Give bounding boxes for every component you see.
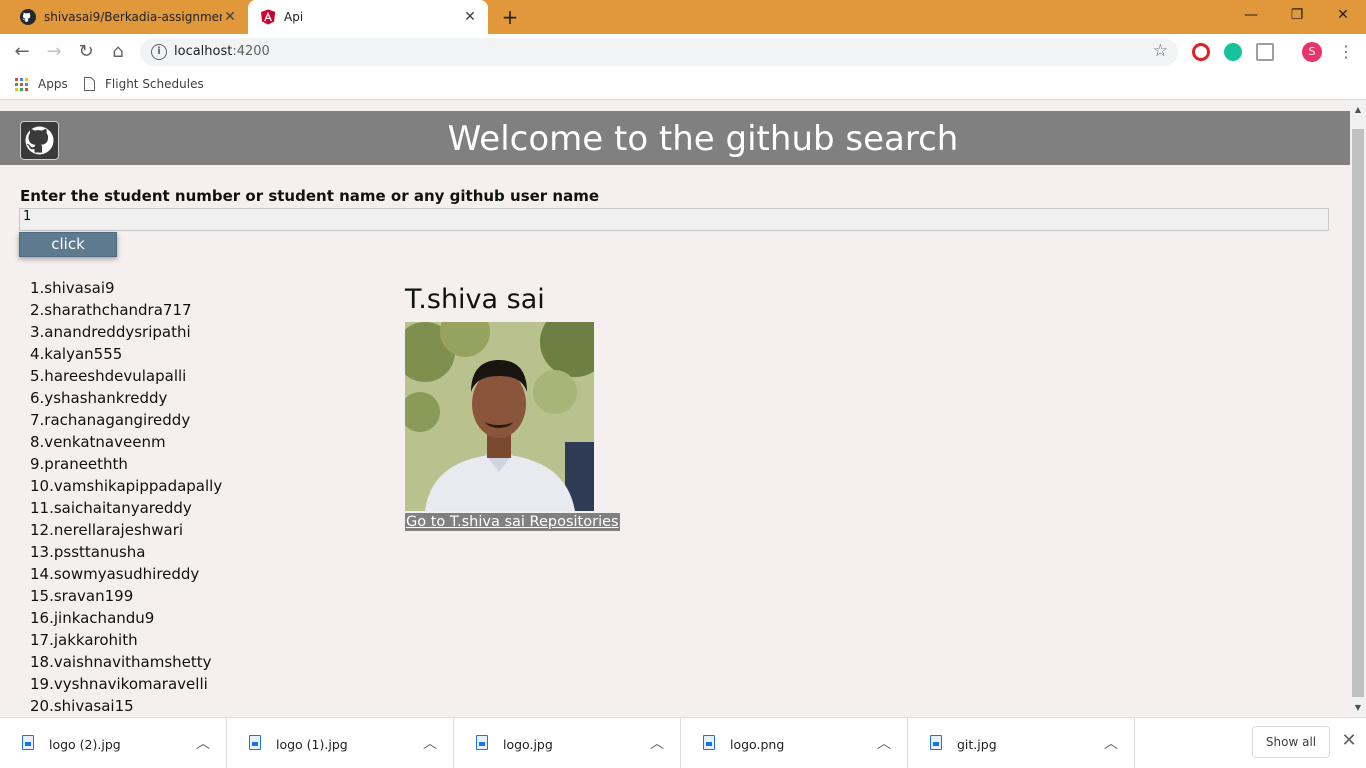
page-scrollbar[interactable]: ▲ ▼ (1350, 101, 1366, 717)
image-file-icon (703, 735, 715, 750)
list-item[interactable]: 16.jinkachandu9 (30, 607, 222, 629)
browser-toolbar: ← → ↻ ⌂ i localhost:4200 ☆ S ⋮ (0, 34, 1366, 70)
page-title: Welcome to the github search (447, 119, 959, 159)
bookmark-label: Apps (38, 77, 68, 91)
reload-icon[interactable]: ↻ (74, 40, 98, 64)
list-item[interactable]: 13.pssttanusha (30, 541, 222, 563)
download-item[interactable]: logo.jpg ︿ (454, 718, 681, 768)
scroll-thumb[interactable] (1352, 129, 1364, 697)
list-item[interactable]: 17.jakkarohith (30, 629, 222, 651)
header-bar: Welcome to the github search (0, 111, 1350, 165)
download-filename: logo (1).jpg (276, 737, 348, 752)
chevron-up-icon[interactable]: ︿ (1104, 733, 1118, 753)
scroll-down-icon[interactable]: ▼ (1350, 701, 1366, 715)
download-filename: git.jpg (957, 737, 997, 752)
list-item[interactable]: 19.vyshnavikomaravelli (30, 673, 222, 695)
bookmark-apps[interactable]: Apps (15, 77, 68, 91)
bookmark-star-icon[interactable]: ☆ (1153, 41, 1168, 61)
browser-tab-strip: shivasai9/Berkadia-assignments ✕ Api ✕ +… (0, 0, 1366, 34)
opera-extension-icon[interactable] (1192, 43, 1210, 61)
list-item[interactable]: 10.vamshikapippadapally (30, 475, 222, 497)
forward-icon[interactable]: → (42, 40, 66, 64)
list-item[interactable]: 7.rachanagangireddy (30, 409, 222, 431)
list-item[interactable]: 12.nerellarajeshwari (30, 519, 222, 541)
download-filename: logo.jpg (503, 737, 553, 752)
download-item[interactable]: logo (2).jpg ︿ (0, 718, 227, 768)
grammarly-extension-icon[interactable] (1224, 43, 1242, 61)
tab-title: Api (284, 10, 304, 24)
tab-api[interactable]: Api ✕ (248, 0, 488, 34)
list-item[interactable]: 20.shivasai15 (30, 695, 222, 717)
back-icon[interactable]: ← (10, 40, 34, 64)
menu-dots-icon[interactable]: ⋮ (1334, 40, 1358, 64)
chevron-up-icon[interactable]: ︿ (877, 733, 891, 753)
minimize-icon[interactable]: — (1228, 0, 1274, 30)
profile-avatar[interactable]: S (1302, 42, 1322, 62)
list-item[interactable]: 11.saichaitanyareddy (30, 497, 222, 519)
bookmarks-bar: Apps Flight Schedules (0, 70, 1366, 100)
chevron-up-icon[interactable]: ︿ (423, 733, 437, 753)
angular-icon (260, 9, 276, 25)
tab-github[interactable]: shivasai9/Berkadia-assignments ✕ (8, 0, 248, 34)
list-item[interactable]: 4.kalyan555 (30, 343, 222, 365)
list-item[interactable]: 15.sravan199 (30, 585, 222, 607)
apps-grid-icon (15, 77, 28, 91)
list-item[interactable]: 18.vaishnavithamshetty (30, 651, 222, 673)
repositories-link[interactable]: Go to T.shiva sai Repositories (405, 513, 620, 531)
image-file-icon (249, 735, 261, 750)
bookmark-flight-schedules[interactable]: Flight Schedules (84, 77, 204, 91)
downloads-bar: logo (2).jpg ︿ logo (1).jpg ︿ logo.jpg ︿… (0, 717, 1366, 768)
download-filename: logo.png (730, 737, 785, 752)
cart-extension-icon[interactable] (1256, 43, 1274, 61)
search-button[interactable]: click (19, 232, 117, 257)
download-item[interactable]: logo (1).jpg ︿ (227, 718, 454, 768)
profile-name: T.shiva sai (405, 284, 545, 315)
image-file-icon (476, 735, 488, 750)
page-icon (84, 77, 95, 91)
chevron-up-icon[interactable]: ︿ (196, 733, 210, 753)
tab-title: shivasai9/Berkadia-assignments (44, 10, 222, 24)
info-icon[interactable]: i (151, 44, 167, 60)
new-tab-button[interactable]: + (498, 5, 522, 29)
home-icon[interactable]: ⌂ (106, 40, 130, 64)
list-item[interactable]: 6.yshashankreddy (30, 387, 222, 409)
list-item[interactable]: 8.venkatnaveenm (30, 431, 222, 453)
page-content: Welcome to the github search Enter the s… (0, 101, 1350, 717)
image-file-icon (930, 735, 942, 750)
list-item[interactable]: 9.praneethth (30, 453, 222, 475)
student-list: 1.shivasai9 2.sharathchandra717 3.anandr… (30, 277, 222, 717)
show-all-button[interactable]: Show all (1252, 726, 1330, 758)
bookmark-label: Flight Schedules (105, 77, 204, 91)
close-tab-icon[interactable]: ✕ (222, 9, 238, 25)
github-icon (20, 9, 36, 25)
list-item[interactable]: 5.hareeshdevulapalli (30, 365, 222, 387)
search-label: Enter the student number or student name… (20, 187, 600, 205)
close-tab-icon[interactable]: ✕ (462, 9, 478, 25)
download-item[interactable]: git.jpg ︿ (908, 718, 1135, 768)
download-filename: logo (2).jpg (49, 737, 121, 752)
scroll-up-icon[interactable]: ▲ (1350, 103, 1366, 117)
image-file-icon (22, 735, 34, 750)
url-text: localhost:4200 (174, 44, 270, 59)
restore-icon[interactable]: ❐ (1274, 0, 1320, 30)
chevron-up-icon[interactable]: ︿ (650, 733, 664, 753)
search-input[interactable]: 1 (19, 208, 1329, 231)
close-icon[interactable]: ✕ (1340, 731, 1358, 751)
download-item[interactable]: logo.png ︿ (681, 718, 908, 768)
list-item[interactable]: 3.anandreddysripathi (30, 321, 222, 343)
list-item[interactable]: 2.sharathchandra717 (30, 299, 222, 321)
list-item[interactable]: 1.shivasai9 (30, 277, 222, 299)
close-window-icon[interactable]: ✕ (1320, 0, 1366, 30)
address-bar[interactable]: i localhost:4200 ☆ (140, 38, 1178, 66)
profile-avatar-photo (405, 322, 594, 511)
list-item[interactable]: 14.sowmyasudhireddy (30, 563, 222, 585)
